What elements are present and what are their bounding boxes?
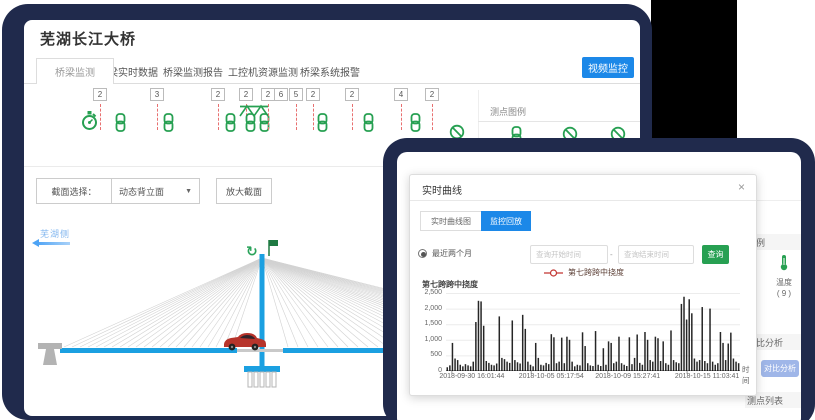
link-sensor-icon[interactable]: [316, 113, 329, 137]
truss-sensor-icon[interactable]: [239, 104, 269, 122]
temperature-legend-item[interactable]: 温度 ( 9 ): [767, 254, 801, 298]
stopwatch-icon: [80, 110, 99, 131]
sensor-count-badge: 2: [211, 88, 225, 101]
section-select-label: 截面选择：: [37, 179, 111, 203]
y-axis-tick: 2,000: [412, 305, 442, 312]
tab-monitor-playback[interactable]: 监控回放: [481, 211, 531, 231]
sensor-count-badge: 2: [261, 88, 275, 101]
range-separator: -: [610, 250, 613, 259]
modal-window-page: 图例 温度 ( 9 ) 对比分析 对比分析 测点列表 实时曲线 × 实时曲线图 …: [397, 152, 801, 420]
gps-rotation-icon[interactable]: ↻: [246, 243, 258, 259]
sensor-count-badge: 4: [394, 88, 408, 101]
sensor-count-badge: 3: [150, 88, 164, 101]
page-title: 芜湖长江大桥: [40, 28, 136, 49]
pier-piles: [248, 372, 276, 387]
sensor-position-dash: [157, 104, 158, 130]
sensor-count-badge: 2: [425, 88, 439, 101]
y-axis-tick: 1,500: [412, 320, 442, 327]
chain-link-icon: [114, 113, 127, 132]
thermometer-icon: [778, 254, 790, 271]
link-sensor-icon[interactable]: [162, 113, 175, 137]
temperature-count: ( 9 ): [767, 289, 801, 298]
temperature-label: 温度: [767, 277, 801, 288]
sensor-count-badge: 2: [345, 88, 359, 101]
realtime-curve-dialog: 实时曲线 × 实时曲线图 监控回放 最近两个月 - 查询 第七跨跨中挠: [409, 174, 757, 396]
link-sensor-icon[interactable]: [224, 113, 237, 137]
tab-monitor-report[interactable]: 桥梁监测报告: [163, 64, 223, 79]
legend-marker-icon: [544, 268, 564, 278]
query-start-time-input[interactable]: [530, 245, 608, 264]
chain-link-icon: [362, 113, 375, 132]
tab-realtime-curve[interactable]: 实时曲线图: [420, 211, 482, 231]
tab-system-alarm[interactable]: 桥梁系统报警: [300, 64, 360, 79]
sensor-position-dash: [401, 104, 402, 130]
y-axis-tick: 1,000: [412, 336, 442, 343]
bridge-tower: [260, 254, 265, 372]
sensor-position-dash: [432, 104, 433, 130]
tab-bridge-monitoring[interactable]: 桥梁监测: [36, 58, 114, 84]
enlarge-section-button[interactable]: 放大截面: [216, 178, 272, 204]
pier-cap: [244, 366, 280, 372]
query-end-time-input[interactable]: [618, 245, 694, 264]
abutment-stem: [43, 349, 57, 365]
sensor-count-badge: 2: [93, 88, 107, 101]
abutment: [38, 343, 62, 349]
sensor-count-badge: 2: [239, 88, 253, 101]
sensor-count-badge: 5: [289, 88, 303, 101]
x-axis-title: 时间: [742, 364, 756, 386]
chevron-down-icon: ▼: [185, 188, 192, 195]
stopwatch-sensor-icon[interactable]: [80, 110, 99, 136]
y-axis-tick: 0: [412, 367, 442, 374]
sensor-position-dash: [268, 104, 269, 130]
section-select-value: 动态背立面: [119, 185, 164, 198]
radio-dot: [421, 252, 426, 257]
recent-two-months-radio[interactable]: [418, 249, 427, 258]
link-sensor-icon[interactable]: [114, 113, 127, 137]
sensor-position-dash: [296, 104, 297, 130]
compare-analysis-button[interactable]: 对比分析: [761, 360, 799, 377]
legend-label: 第七跨跨中挠度: [568, 267, 624, 278]
chain-link-icon: [224, 113, 237, 132]
dialog-title: 实时曲线: [422, 182, 462, 197]
x-axis-tick: 2018-10-09 15:27:41: [595, 373, 660, 380]
x-axis-tick: 2018-10-15 11:03:41: [675, 373, 739, 380]
chain-link-icon: [162, 113, 175, 132]
sensor-position-dash: [352, 104, 353, 130]
deflection-chart: [446, 293, 740, 375]
modal-window-frame: 图例 温度 ( 9 ) 对比分析 对比分析 测点列表 实时曲线 × 实时曲线图 …: [383, 138, 815, 420]
chain-link-icon: [316, 113, 329, 132]
sensor-position-dash: [218, 104, 219, 130]
sensor-position-dash: [100, 104, 101, 130]
section-select-dropdown[interactable]: 动态背立面 ▼: [111, 179, 199, 203]
x-axis-tick: 2018-10-05 05:17:54: [519, 373, 584, 380]
tab-bar-divider: [24, 83, 640, 84]
section-select-group: 截面选择： 动态背立面 ▼: [36, 178, 200, 204]
sensor-position-dash: [313, 104, 314, 130]
legend-panel-header: 测点图例: [478, 102, 640, 122]
chain-link-icon: [409, 113, 422, 132]
link-sensor-icon[interactable]: [409, 113, 422, 137]
truss-icon: [239, 104, 269, 117]
tab-label: 桥梁监测: [55, 64, 95, 79]
screenshot-stage: 芜湖长江大桥 桥梁监测 桥梁实时数据 桥梁监测报告 工控机资源监测 桥梁系统报警…: [0, 0, 815, 420]
close-icon[interactable]: ×: [738, 180, 745, 194]
video-monitor-button[interactable]: 视频监控: [582, 57, 634, 78]
sensor-count-badge: 2: [306, 88, 320, 101]
bridge-elevation-drawing: ↻: [24, 234, 392, 400]
bridge-deck-joint: [237, 349, 283, 352]
recent-two-months-label: 最近两个月: [432, 248, 472, 259]
bridge-cables: [64, 258, 392, 347]
bridge-deck-right: [283, 348, 392, 353]
link-sensor-icon[interactable]: [362, 113, 375, 137]
tab-ipc-resource[interactable]: 工控机资源监测: [228, 64, 298, 79]
x-axis-tick: 2018-09-30 16:01:44: [439, 373, 504, 380]
y-axis-tick: 500: [412, 351, 442, 358]
query-button[interactable]: 查询: [702, 245, 729, 264]
flag-sensor-icon[interactable]: [269, 240, 278, 246]
sensor-count-badge: 6: [274, 88, 288, 101]
y-axis-tick: 2,500: [412, 289, 442, 296]
bridge-deck-left: [60, 348, 237, 353]
chart-legend[interactable]: 第七跨跨中挠度: [410, 267, 758, 278]
background-black-region: [651, 0, 737, 144]
